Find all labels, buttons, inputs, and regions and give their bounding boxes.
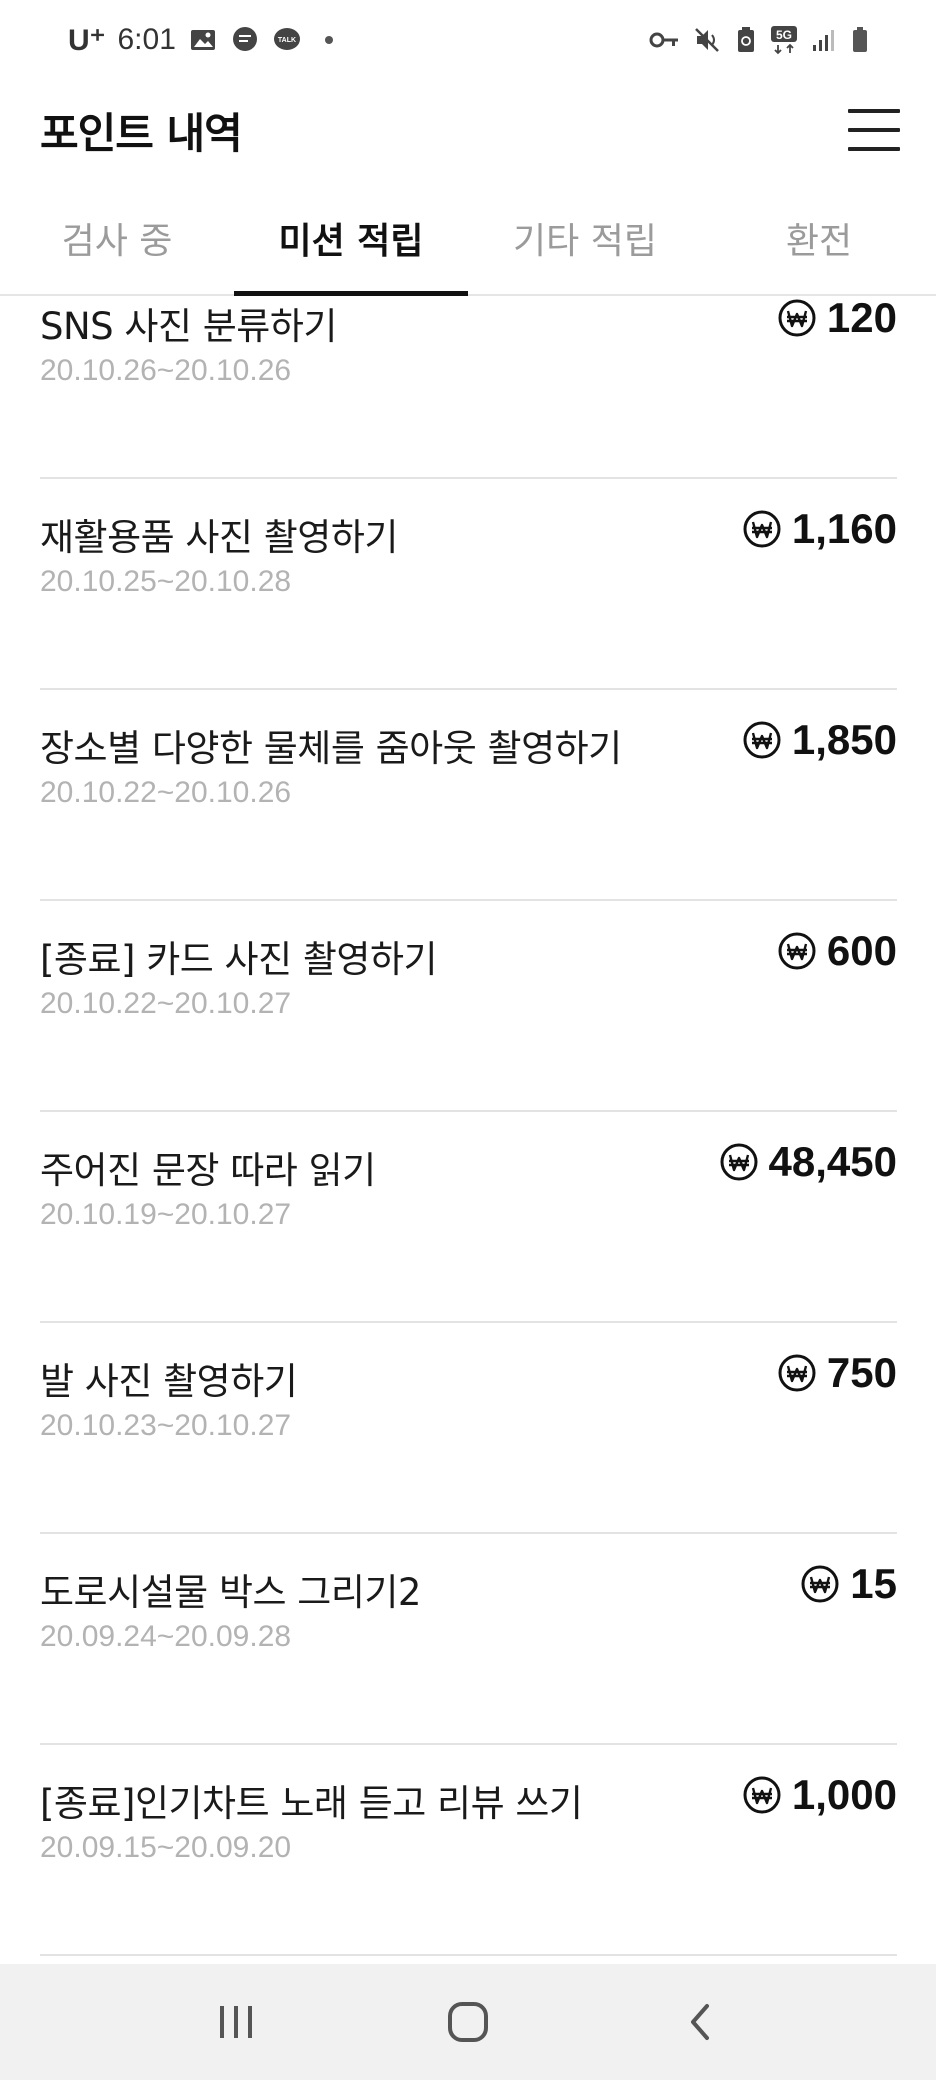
item-title: 발 사진 촬영하기 xyxy=(40,1360,298,1403)
signal-strength-icon xyxy=(813,30,834,51)
item-points: 48,450 xyxy=(719,1138,897,1186)
list-item[interactable]: 도로시설물 박스 그리기2 20.09.24~20.09.28 15 xyxy=(40,1534,897,1745)
won-coin-icon xyxy=(743,510,781,548)
item-date-range: 20.10.22~20.10.26 xyxy=(40,776,292,809)
item-title: SNS 사진 분류하기 xyxy=(40,305,337,348)
battery-saver-icon xyxy=(738,27,754,52)
points-value: 1,850 xyxy=(791,716,897,763)
item-points: 15 xyxy=(800,1560,897,1608)
list-item[interactable]: 장소별 다양한 물체를 줌아웃 촬영하기 20.10.22~20.10.26 1… xyxy=(40,690,897,901)
item-points: 1,850 xyxy=(742,716,897,764)
item-date-range: 20.10.25~20.10.28 xyxy=(40,565,292,598)
item-points: 600 xyxy=(777,927,897,975)
item-points: 750 xyxy=(777,1349,897,1397)
item-title: 도로시설물 박스 그리기2 xyxy=(40,1571,421,1614)
tab-exchange[interactable]: 환전 xyxy=(702,200,936,294)
item-title: 장소별 다양한 물체를 줌아웃 촬영하기 xyxy=(40,727,622,770)
item-date-range: 20.09.15~20.09.20 xyxy=(40,1831,292,1864)
vpn-key-icon xyxy=(649,32,678,48)
carrier-label: U⁺ xyxy=(68,23,106,57)
svg-text:5G: 5G xyxy=(776,28,792,42)
item-date-range: 20.10.22~20.10.27 xyxy=(40,987,292,1020)
clock: 6:01 xyxy=(117,23,176,56)
item-date-range: 20.10.23~20.10.27 xyxy=(40,1409,292,1442)
tab-under-review[interactable]: 검사 중 xyxy=(0,200,234,294)
points-value: 15 xyxy=(850,1560,897,1607)
tab-bar: 검사 중 미션 적립 기타 적립 환전 xyxy=(0,200,936,296)
page-title: 포인트 내역 xyxy=(40,108,243,158)
list-item[interactable]: 발 사진 촬영하기 20.10.23~20.10.27 750 xyxy=(40,1323,897,1534)
item-date-range: 20.10.19~20.10.27 xyxy=(40,1198,292,1231)
gallery-notification-icon xyxy=(190,30,215,50)
tab-other-points[interactable]: 기타 적립 xyxy=(468,200,702,294)
battery-icon xyxy=(853,27,867,52)
system-nav-bar xyxy=(0,1964,936,2080)
item-points: 1,000 xyxy=(742,1771,897,1819)
points-value: 120 xyxy=(826,298,897,341)
won-coin-icon xyxy=(743,721,781,759)
points-value: 48,450 xyxy=(768,1138,897,1185)
points-value: 1,000 xyxy=(791,1771,897,1818)
list-item[interactable]: SNS 사진 분류하기 20.10.26~20.10.26 120 xyxy=(40,298,897,479)
recent-apps-icon[interactable] xyxy=(196,1982,276,2062)
status-left: U⁺ 6:01 TALK xyxy=(68,23,344,58)
points-value: 1,160 xyxy=(791,505,897,552)
list-item[interactable]: [종료] 카드 사진 촬영하기 20.10.22~20.10.27 600 xyxy=(40,901,897,1112)
mute-icon xyxy=(695,28,719,52)
tab-mission-points[interactable]: 미션 적립 xyxy=(234,200,468,296)
points-value: 600 xyxy=(826,927,897,974)
more-notifications-dot-icon xyxy=(324,36,333,44)
item-title: [종료]인기차트 노래 듣고 리뷰 쓰기 xyxy=(40,1782,583,1825)
status-bar: U⁺ 6:01 TALK 5G xyxy=(0,0,936,80)
status-right: 5G xyxy=(648,25,870,55)
points-value: 750 xyxy=(826,1349,897,1396)
item-points: 120 xyxy=(777,298,897,342)
hamburger-menu-icon[interactable] xyxy=(848,104,900,156)
item-title: 재활용품 사진 촬영하기 xyxy=(40,516,398,559)
list-item[interactable]: 재활용품 사진 촬영하기 20.10.25~20.10.28 1,160 xyxy=(40,479,897,690)
home-icon[interactable] xyxy=(428,1982,508,2062)
won-coin-icon xyxy=(720,1143,758,1181)
won-coin-icon xyxy=(778,1354,816,1392)
5g-network-icon: 5G xyxy=(771,26,797,55)
list-item[interactable]: 주어진 문장 따라 읽기 20.10.19~20.10.27 48,450 xyxy=(40,1112,897,1323)
app-header: 포인트 내역 xyxy=(0,80,936,180)
list-item[interactable]: [종료]인기차트 노래 듣고 리뷰 쓰기 20.09.15~20.09.20 1… xyxy=(40,1745,897,1956)
won-coin-icon xyxy=(778,932,816,970)
svg-text:TALK: TALK xyxy=(278,37,296,44)
item-title: 주어진 문장 따라 읽기 xyxy=(40,1149,376,1192)
won-coin-icon xyxy=(778,299,816,337)
message-notification-icon xyxy=(232,27,257,51)
item-date-range: 20.09.24~20.09.28 xyxy=(40,1620,292,1653)
item-title: [종료] 카드 사진 촬영하기 xyxy=(40,938,438,981)
won-coin-icon xyxy=(743,1776,781,1814)
item-date-range: 20.10.26~20.10.26 xyxy=(40,354,292,387)
item-points: 1,160 xyxy=(742,505,897,553)
points-history-list[interactable]: SNS 사진 분류하기 20.10.26~20.10.26 120 재활용품 사… xyxy=(40,298,897,1964)
won-coin-icon xyxy=(801,1565,839,1603)
back-icon[interactable] xyxy=(660,1982,740,2062)
talk-notification-icon: TALK xyxy=(273,28,300,50)
